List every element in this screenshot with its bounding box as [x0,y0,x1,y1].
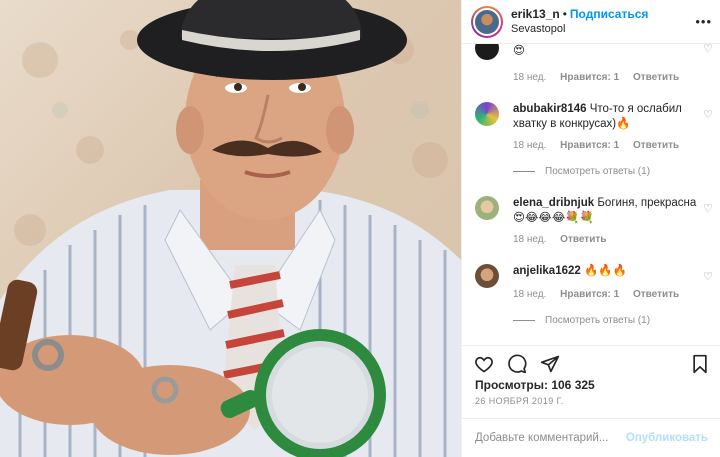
add-comment-bar: Опубликовать [462,418,720,457]
views-count[interactable]: Просмотры: 106 325 [475,378,595,392]
comment-meta: 18 нед. Нравится: 1 Ответить [513,289,690,300]
view-replies-label: Посмотреть ответы (1) [545,315,651,326]
comment-reply-button[interactable]: Ответить [633,140,679,151]
author-info: erik13_n • Подписаться Sevastopol [511,6,648,37]
publish-button[interactable]: Опубликовать [626,432,708,444]
view-replies-button[interactable]: Посмотреть ответы (1) [513,315,650,326]
comment-text: elena_dribnjuk Богиня, прекрасна 😍😂😂😂💐💐 [513,196,701,226]
replies-line [513,319,535,321]
view-replies-label: Посмотреть ответы (1) [545,166,651,177]
comment-meta: 18 нед. Нравится: 1 Ответить [513,140,690,151]
comments-list[interactable]: 😍 18 нед. Нравится: 1 Ответить ♡ abubaki… [462,44,720,344]
post-photo-illustration [0,0,461,457]
comment-time[interactable]: 18 нед. [513,289,546,300]
comment-avatar[interactable] [475,44,499,60]
bookmark-icon[interactable] [690,354,710,374]
comment-text: anjelika1622 🔥🔥🔥 [513,264,701,279]
comment-likes[interactable]: Нравится: 1 [560,289,619,300]
author-avatar[interactable] [471,5,503,38]
author-username[interactable]: erik13_n [511,7,560,21]
comment-reply-button[interactable]: Ответить [633,289,679,300]
comment-avatar[interactable] [475,102,499,126]
comment-time[interactable]: 18 нед. [513,234,546,245]
follow-button[interactable]: Подписаться [570,7,648,21]
post-side-panel: erik13_n • Подписаться Sevastopol ••• 😍 18… [461,0,720,457]
comment-meta: 18 нед. Ответить [513,234,617,245]
comment-like-icon[interactable]: ♡ [703,108,713,121]
more-dots-icon[interactable]: ••• [695,14,712,29]
comment-text: 😍 [513,44,701,59]
comment-like-icon[interactable]: ♡ [703,44,713,55]
send-icon[interactable] [540,354,560,374]
comment-likes[interactable]: Нравится: 1 [560,140,619,151]
comment-time[interactable]: 18 нед. [513,72,546,83]
author-avatar-image [473,7,501,36]
comment-input[interactable] [475,432,625,444]
heart-icon[interactable] [474,354,494,374]
post-date[interactable]: 26 НОЯБРЯ 2019 Г. [475,396,564,406]
comment-reply-button[interactable]: Ответить [633,72,679,83]
comment-icon[interactable] [507,354,527,374]
comment-username[interactable]: anjelika1622 [513,265,581,277]
comment-message: 🔥🔥🔥 [583,265,627,277]
header-separator: • [562,7,567,21]
comment-meta: 18 нед. Нравится: 1 Ответить [513,72,690,83]
post-location[interactable]: Sevastopol [511,22,648,37]
post-photo[interactable] [0,0,461,457]
post-actions-bar [462,345,720,379]
comment-avatar[interactable] [475,264,499,288]
comment-like-icon[interactable]: ♡ [703,270,713,283]
comment-text: abubakir8146 Что-то я ослабил хватку в к… [513,102,701,132]
view-replies-button[interactable]: Посмотреть ответы (1) [513,166,650,177]
replies-line [513,170,535,172]
comment-like-icon[interactable]: ♡ [703,202,713,215]
comment-likes[interactable]: Нравится: 1 [560,72,619,83]
post-header: erik13_n • Подписаться Sevastopol ••• [462,0,720,44]
comment-username[interactable]: elena_dribnjuk [513,197,594,209]
comment-avatar[interactable] [475,196,499,220]
comment-username[interactable]: abubakir8146 [513,103,587,115]
comment-reply-button[interactable]: Ответить [560,234,606,245]
comment-message: 😍 [513,45,525,57]
comment-time[interactable]: 18 нед. [513,140,546,151]
